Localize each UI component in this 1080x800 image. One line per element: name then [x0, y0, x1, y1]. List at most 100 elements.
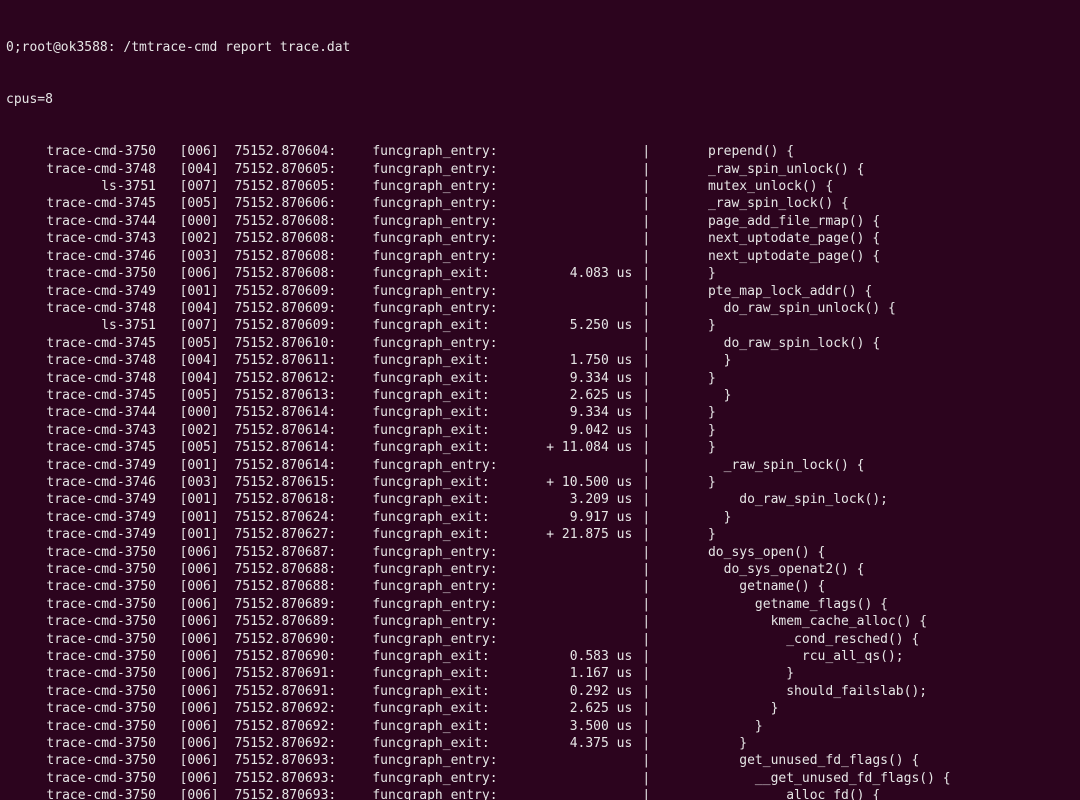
timestamp: 75152.870613: [234, 387, 364, 404]
event-type: funcgraph_entry: [372, 195, 532, 212]
timestamp: 75152.870689: [234, 613, 364, 630]
cpu-id: [006] [172, 718, 227, 735]
task-name: trace-cmd-3749 [6, 457, 156, 474]
cpu-id: [007] [172, 178, 227, 195]
task-name: trace-cmd-3749 [6, 526, 156, 543]
cpu-id: [006] [172, 596, 227, 613]
trace-row: trace-cmd-3748 [004] 75152.870612: funcg… [6, 370, 1074, 387]
timestamp: 75152.870618: [234, 491, 364, 508]
trace-row: trace-cmd-3750 [006] 75152.870691: funcg… [6, 665, 1074, 682]
separator: | [632, 352, 692, 369]
event-type: funcgraph_exit: [372, 526, 532, 543]
timestamp: 75152.870606: [234, 195, 364, 212]
duration: 3.209 us [532, 491, 632, 508]
terminal-output[interactable]: 0;root@ok3588: /tmtrace-cmd report trace… [0, 0, 1080, 800]
trace-row: trace-cmd-3749 [001] 75152.870618: funcg… [6, 491, 1074, 508]
timestamp: 75152.870615: [234, 474, 364, 491]
trace-row: ls-3751 [007] 75152.870605: funcgraph_en… [6, 178, 1074, 195]
timestamp: 75152.870612: [234, 370, 364, 387]
trace-row: trace-cmd-3750 [006] 75152.870693: funcg… [6, 787, 1074, 800]
separator: | [632, 248, 692, 265]
cpus-header: cpus=8 [6, 91, 1074, 108]
function-call: do_sys_open() { [692, 544, 825, 561]
trace-row: trace-cmd-3750 [006] 75152.870690: funcg… [6, 648, 1074, 665]
task-name: trace-cmd-3749 [6, 283, 156, 300]
trace-row: trace-cmd-3745 [005] 75152.870614: funcg… [6, 439, 1074, 456]
separator: | [632, 613, 692, 630]
task-name: trace-cmd-3750 [6, 544, 156, 561]
cpu-id: [001] [172, 491, 227, 508]
event-type: funcgraph_exit: [372, 422, 532, 439]
task-name: trace-cmd-3748 [6, 352, 156, 369]
separator: | [632, 770, 692, 787]
timestamp: 75152.870614: [234, 439, 364, 456]
function-call: mutex_unlock() { [692, 178, 833, 195]
timestamp: 75152.870692: [234, 735, 364, 752]
trace-row: trace-cmd-3745 [005] 75152.870610: funcg… [6, 335, 1074, 352]
function-call: } [692, 370, 715, 387]
cpu-id: [006] [172, 683, 227, 700]
trace-row: trace-cmd-3745 [005] 75152.870613: funcg… [6, 387, 1074, 404]
function-call: getname_flags() { [692, 596, 888, 613]
trace-row: trace-cmd-3750 [006] 75152.870608: funcg… [6, 265, 1074, 282]
function-call: } [692, 718, 762, 735]
trace-row: trace-cmd-3750 [006] 75152.870692: funcg… [6, 718, 1074, 735]
separator: | [632, 335, 692, 352]
function-call: prepend() { [692, 143, 794, 160]
function-call: } [692, 352, 731, 369]
separator: | [632, 143, 692, 160]
trace-row: trace-cmd-3743 [002] 75152.870608: funcg… [6, 230, 1074, 247]
timestamp: 75152.870624: [234, 509, 364, 526]
function-call: } [692, 700, 778, 717]
function-call: __alloc_fd() { [692, 787, 880, 800]
trace-row: trace-cmd-3744 [000] 75152.870614: funcg… [6, 404, 1074, 421]
separator: | [632, 370, 692, 387]
event-type: funcgraph_exit: [372, 387, 532, 404]
timestamp: 75152.870693: [234, 787, 364, 800]
function-call: } [692, 665, 794, 682]
cpu-id: [002] [172, 230, 227, 247]
function-call: } [692, 422, 715, 439]
task-name: trace-cmd-3748 [6, 370, 156, 387]
trace-row: trace-cmd-3746 [003] 75152.870608: funcg… [6, 248, 1074, 265]
cpu-id: [006] [172, 787, 227, 800]
trace-row: trace-cmd-3750 [006] 75152.870693: funcg… [6, 770, 1074, 787]
task-name: trace-cmd-3746 [6, 248, 156, 265]
separator: | [632, 457, 692, 474]
cpu-id: [006] [172, 561, 227, 578]
task-name: trace-cmd-3750 [6, 578, 156, 595]
event-type: funcgraph_exit: [372, 700, 532, 717]
cpu-id: [004] [172, 370, 227, 387]
cpu-id: [001] [172, 509, 227, 526]
trace-row: trace-cmd-3745 [005] 75152.870606: funcg… [6, 195, 1074, 212]
cpu-id: [001] [172, 283, 227, 300]
duration: 9.917 us [532, 509, 632, 526]
timestamp: 75152.870690: [234, 631, 364, 648]
task-name: trace-cmd-3750 [6, 143, 156, 160]
separator: | [632, 387, 692, 404]
event-type: funcgraph_entry: [372, 161, 532, 178]
timestamp: 75152.870609: [234, 283, 364, 300]
task-name: trace-cmd-3750 [6, 752, 156, 769]
duration: 4.375 us [532, 735, 632, 752]
trace-row: trace-cmd-3749 [001] 75152.870614: funcg… [6, 457, 1074, 474]
trace-row: trace-cmd-3748 [004] 75152.870605: funcg… [6, 161, 1074, 178]
duration: 5.250 us [532, 317, 632, 334]
separator: | [632, 195, 692, 212]
timestamp: 75152.870604: [234, 143, 364, 160]
timestamp: 75152.870627: [234, 526, 364, 543]
cpu-id: [006] [172, 752, 227, 769]
prompt-line: 0;root@ok3588: /tmtrace-cmd report trace… [6, 39, 1074, 56]
duration: 9.334 us [532, 370, 632, 387]
duration: 9.042 us [532, 422, 632, 439]
cpu-id: [006] [172, 613, 227, 630]
timestamp: 75152.870692: [234, 718, 364, 735]
task-name: trace-cmd-3748 [6, 300, 156, 317]
task-name: trace-cmd-3749 [6, 509, 156, 526]
event-type: funcgraph_entry: [372, 178, 532, 195]
trace-row: trace-cmd-3750 [006] 75152.870692: funcg… [6, 735, 1074, 752]
timestamp: 75152.870608: [234, 230, 364, 247]
function-call: do_raw_spin_lock() { [692, 335, 880, 352]
event-type: funcgraph_exit: [372, 317, 532, 334]
timestamp: 75152.870688: [234, 578, 364, 595]
